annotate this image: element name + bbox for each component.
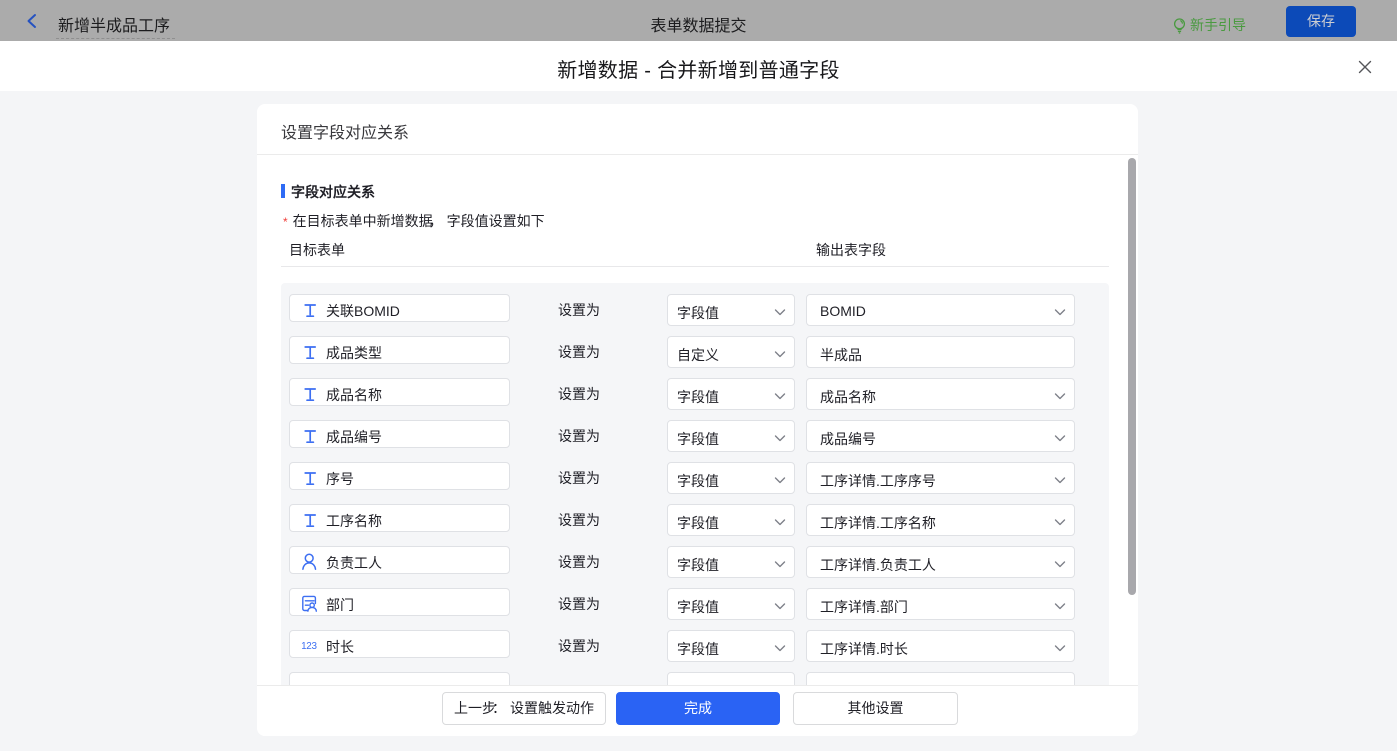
svg-text:123: 123 [302, 641, 317, 652]
